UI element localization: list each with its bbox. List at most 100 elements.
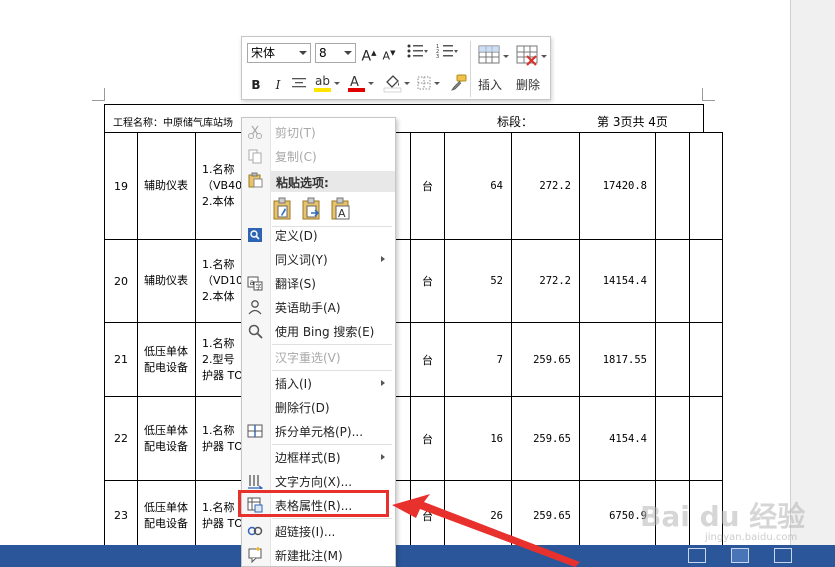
menu-item-hanzi-reselect[interactable]: 汉字重选(V) [242,346,395,368]
insert-label: 插入 [478,78,503,92]
assistant-icon [248,300,262,315]
row-number-cell[interactable]: 19 [104,132,138,240]
paste-keep-format-icon[interactable] [272,197,294,221]
shading-button[interactable] [382,73,412,93]
split-cells-icon [247,424,263,438]
print-layout-icon[interactable] [731,548,749,563]
quantity-cell[interactable]: 7 [444,322,512,397]
table-row[interactable]: 19 辅助仪表 1.名称 （VB40 2.本体台 64 272.2 17420.8 [104,132,723,240]
empty-cell[interactable] [689,396,723,481]
highlight-box [238,490,389,517]
link-icon [247,526,263,536]
menu-item-bing-search[interactable]: 使用 Bing 搜索(E) [242,320,395,342]
menu-item-split-cells[interactable]: 拆分单元格(P)... [242,420,395,442]
menu-item-copy[interactable]: 复制(C) [242,145,395,167]
font-size-box[interactable]: 8 [315,43,356,63]
bid-section-label: 标段： [497,115,534,129]
menu-item-hyperlink[interactable]: 超链接(I)... [242,520,395,542]
quantity-cell[interactable]: 52 [444,239,512,323]
quantity-cell[interactable]: 64 [444,132,512,240]
total-price-cell[interactable]: 14154.4 [579,239,656,323]
unit-price-cell[interactable]: 259.65 [511,396,580,481]
delete-table-button[interactable]: 删除 [512,41,548,97]
shrink-font-button[interactable]: A▼ [381,43,397,63]
table-row[interactable]: 22 低压单体配电设备 1.名称 护器 TO 台 16 259.65 4154.4 [104,396,723,481]
unit-cell[interactable]: 台 [410,322,445,397]
web-layout-icon[interactable] [774,548,792,563]
insert-table-button[interactable]: 插入 [474,41,510,97]
menu-item-synonyms[interactable]: 同义词(Y) [242,248,395,270]
grow-font-button[interactable]: A▲ [361,43,377,65]
bold-button[interactable]: B [248,75,264,95]
font-name-box[interactable]: 宋体 [247,43,311,63]
table-row[interactable]: 21 低压单体配电设备 1.名称 2.型号 护器 TO 台 7 259.65 1817.55 [104,322,723,397]
read-mode-icon[interactable] [688,548,706,563]
chevron-down-icon [299,51,307,55]
empty-cell[interactable] [689,132,723,240]
font-color-button[interactable]: A [346,73,376,93]
highlight-color-button[interactable]: ab [312,73,342,93]
borders-button[interactable] [416,73,442,93]
center-align-button[interactable] [290,75,308,95]
menu-item-english-assistant[interactable]: 英语助手(A) [242,296,395,318]
item-name-cell[interactable]: 低压单体配电设备 [137,396,196,481]
row-number-cell[interactable]: 20 [104,239,138,323]
item-name-cell[interactable]: 低压单体配电设备 [137,322,196,397]
quantity-cell[interactable]: 16 [444,396,512,481]
numbering-icon: 123 [436,44,458,60]
unit-price-cell[interactable]: 272.2 [511,239,580,323]
item-name-cell[interactable]: 辅助仪表 [137,239,196,323]
total-price-cell[interactable]: 17420.8 [579,132,656,240]
unit-cell[interactable]: 台 [410,239,445,323]
unit-price-cell[interactable]: 272.2 [511,132,580,240]
search-icon [248,324,263,339]
paste-merge-format-icon[interactable] [301,197,323,221]
row-number-cell[interactable]: 22 [104,396,138,481]
empty-cell[interactable] [655,322,690,397]
font-name-value: 宋体 [251,46,276,60]
menu-item-text-direction[interactable]: 文字方向(X)... [242,470,395,492]
unit-price-cell[interactable]: 259.65 [511,322,580,397]
menu-item-new-comment[interactable]: 新建批注(M) [242,544,395,566]
menu-item-cut[interactable]: 剪切(T) [242,121,395,143]
total-price-cell[interactable]: 4154.4 [579,396,656,481]
bullets-icon [407,44,428,58]
empty-cell[interactable] [689,322,723,397]
item-name-cell[interactable]: 辅助仪表 [137,132,196,240]
submenu-arrow-icon [381,256,385,262]
page-margin [790,0,835,545]
menu-separator [272,444,392,445]
clipboard-icon [248,172,263,188]
bullets-button[interactable] [404,43,430,63]
menu-item-translate[interactable]: a字 翻译(S) [242,272,395,294]
row-number-cell[interactable]: 21 [104,322,138,397]
menu-item-insert[interactable]: 插入(I) [242,372,395,394]
mini-toolbar: 宋体 8 A▲ A▼ 123 B I ab A 插入 删除 [241,36,551,100]
svg-text:ab: ab [315,74,330,88]
text-direction-icon [248,475,263,489]
menu-item-border-styles[interactable]: 边框样式(B) [242,446,395,468]
svg-text:字: 字 [256,283,262,291]
total-price-cell[interactable]: 1817.55 [579,322,656,397]
submenu-arrow-icon [381,454,385,460]
paste-text-only-icon[interactable]: A [330,197,352,221]
table-row[interactable]: 20 辅助仪表 1.名称 （VD10 2.本体台 52 272.2 14154.4 [104,239,723,323]
empty-cell[interactable] [655,239,690,323]
unit-cell[interactable]: 台 [410,396,445,481]
empty-cell[interactable] [655,396,690,481]
italic-button[interactable]: I [270,75,286,95]
svg-text:3: 3 [436,54,439,59]
empty-cell[interactable] [655,132,690,240]
menu-item-delete-row[interactable]: 删除行(D) [242,396,395,418]
empty-cell[interactable] [689,239,723,323]
toolbar-separator [470,41,471,97]
svg-text:A: A [350,75,359,90]
unit-cell[interactable]: 台 [410,132,445,240]
menu-item-define[interactable]: 定义(D) [242,224,395,246]
item-name-cell[interactable]: 低压单体配电设备 [137,480,196,551]
format-painter-button[interactable] [447,73,469,93]
paint-bucket-icon [383,75,410,93]
submenu-arrow-icon [381,380,385,386]
numbering-button[interactable]: 123 [434,43,460,63]
row-number-cell[interactable]: 23 [104,480,138,551]
